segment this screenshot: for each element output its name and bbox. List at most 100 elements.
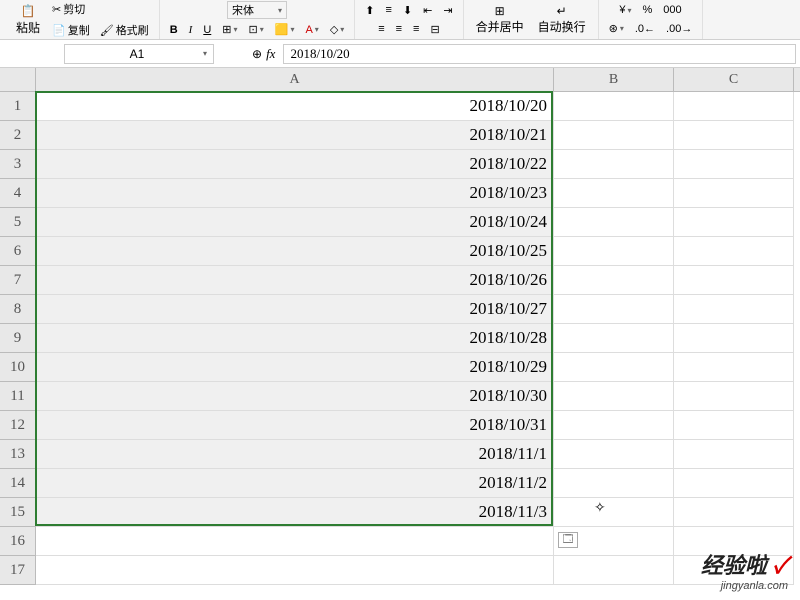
cell[interactable]: 2018/11/3 (36, 498, 554, 527)
cell[interactable] (36, 527, 554, 556)
bold-button[interactable]: B (166, 22, 182, 38)
row-header[interactable]: 3 (0, 150, 36, 179)
cell[interactable] (554, 92, 674, 121)
cell[interactable]: 2018/10/24 (36, 208, 554, 237)
copy-button[interactable]: 📄 复制 (48, 20, 94, 40)
cell[interactable]: 2018/10/26 (36, 266, 554, 295)
row-header[interactable]: 7 (0, 266, 36, 295)
cell[interactable]: 2018/10/28 (36, 324, 554, 353)
row-header[interactable]: 4 (0, 179, 36, 208)
cell[interactable] (674, 440, 794, 469)
cut-button[interactable]: ✂ 剪切 (48, 0, 153, 19)
format-painter-button[interactable]: 🖌 格式刷 (96, 20, 153, 40)
col-header-a[interactable]: A (36, 68, 554, 91)
cell[interactable]: 2018/10/30 (36, 382, 554, 411)
fx-label[interactable]: fx (266, 46, 275, 62)
cell[interactable] (674, 295, 794, 324)
align-center-button[interactable]: ≡ (392, 21, 406, 37)
col-header-c[interactable]: C (674, 68, 794, 91)
currency-button[interactable]: ¥▾ (615, 2, 635, 18)
cell[interactable] (554, 324, 674, 353)
cell[interactable] (554, 498, 674, 527)
wrap-text-button[interactable]: ↵ 自动换行 (532, 2, 592, 37)
indent-left-button[interactable]: ⇤ (419, 2, 436, 19)
row-header[interactable]: 5 (0, 208, 36, 237)
row-header[interactable]: 12 (0, 411, 36, 440)
cell[interactable] (674, 179, 794, 208)
row-header[interactable]: 14 (0, 469, 36, 498)
currency2-button[interactable]: ⊛▾ (605, 20, 628, 37)
cell[interactable] (674, 353, 794, 382)
cell[interactable] (674, 92, 794, 121)
cell[interactable] (554, 469, 674, 498)
row-header[interactable]: 10 (0, 353, 36, 382)
italic-button[interactable]: I (185, 22, 197, 38)
cell[interactable]: 2018/10/27 (36, 295, 554, 324)
cell[interactable] (554, 353, 674, 382)
cell[interactable]: 2018/10/20 (36, 92, 554, 121)
underline-button[interactable]: U (199, 22, 215, 38)
percent-button[interactable]: % (638, 2, 656, 18)
font-color-button[interactable]: A▾ (301, 22, 322, 38)
row-header[interactable]: 11 (0, 382, 36, 411)
cell[interactable] (674, 469, 794, 498)
decrease-decimal-button[interactable]: .0← (631, 21, 659, 37)
cell[interactable]: 2018/10/21 (36, 121, 554, 150)
cell[interactable] (674, 324, 794, 353)
row-header[interactable]: 17 (0, 556, 36, 585)
fill-color-button[interactable]: 🟨▾ (271, 21, 299, 38)
name-box[interactable]: A1 ▾ (64, 44, 214, 64)
clear-button[interactable]: ◇▾ (326, 21, 348, 38)
select-all-corner[interactable] (0, 68, 36, 91)
cell[interactable] (36, 556, 554, 585)
cell[interactable] (554, 556, 674, 585)
cell[interactable] (674, 150, 794, 179)
formula-input[interactable] (283, 44, 796, 64)
border2-button[interactable]: ⊡▾ (245, 21, 268, 38)
align-middle-button[interactable]: ≡ (382, 2, 396, 18)
align-right-button[interactable]: ≡ (409, 21, 423, 37)
cell[interactable]: 2018/10/29 (36, 353, 554, 382)
cell[interactable] (554, 266, 674, 295)
cell[interactable] (674, 237, 794, 266)
cell[interactable] (554, 179, 674, 208)
cell[interactable] (554, 440, 674, 469)
row-header[interactable]: 13 (0, 440, 36, 469)
cell[interactable] (674, 411, 794, 440)
cell[interactable] (674, 266, 794, 295)
cell[interactable] (554, 208, 674, 237)
align-bottom-button[interactable]: ⬇ (399, 2, 416, 19)
cell[interactable] (674, 498, 794, 527)
row-header[interactable]: 1 (0, 92, 36, 121)
align-left-button[interactable]: ≡ (374, 21, 388, 37)
cell[interactable] (554, 382, 674, 411)
cell[interactable]: 2018/10/31 (36, 411, 554, 440)
increase-decimal-button[interactable]: .00→ (662, 21, 696, 37)
col-header-b[interactable]: B (554, 68, 674, 91)
row-header[interactable]: 2 (0, 121, 36, 150)
row-header[interactable]: 8 (0, 295, 36, 324)
expand-icon[interactable]: ⊕ (252, 47, 262, 61)
cell[interactable] (554, 411, 674, 440)
cell[interactable] (554, 295, 674, 324)
merge-button[interactable]: ⊟ (426, 21, 443, 38)
cell[interactable] (554, 150, 674, 179)
cell[interactable] (554, 237, 674, 266)
row-header[interactable]: 16 (0, 527, 36, 556)
cell[interactable] (554, 121, 674, 150)
paste-button[interactable]: 📋 粘贴 (10, 1, 46, 38)
font-name-select[interactable]: 宋体 ▾ (227, 1, 287, 19)
cell[interactable]: 2018/10/22 (36, 150, 554, 179)
indent-right-button[interactable]: ⇥ (439, 2, 456, 19)
row-header[interactable]: 15 (0, 498, 36, 527)
merge-center-button[interactable]: ⊞ 合并居中 (470, 2, 530, 37)
cell[interactable]: 2018/10/23 (36, 179, 554, 208)
comma-button[interactable]: 000 (659, 2, 685, 18)
cell[interactable] (674, 382, 794, 411)
align-top-button[interactable]: ⬆ (361, 2, 378, 19)
cell[interactable] (674, 121, 794, 150)
cell[interactable]: 2018/10/25 (36, 237, 554, 266)
row-header[interactable]: 9 (0, 324, 36, 353)
autofill-options-button[interactable]: 🗔 (558, 532, 578, 548)
cell[interactable]: 2018/11/1 (36, 440, 554, 469)
